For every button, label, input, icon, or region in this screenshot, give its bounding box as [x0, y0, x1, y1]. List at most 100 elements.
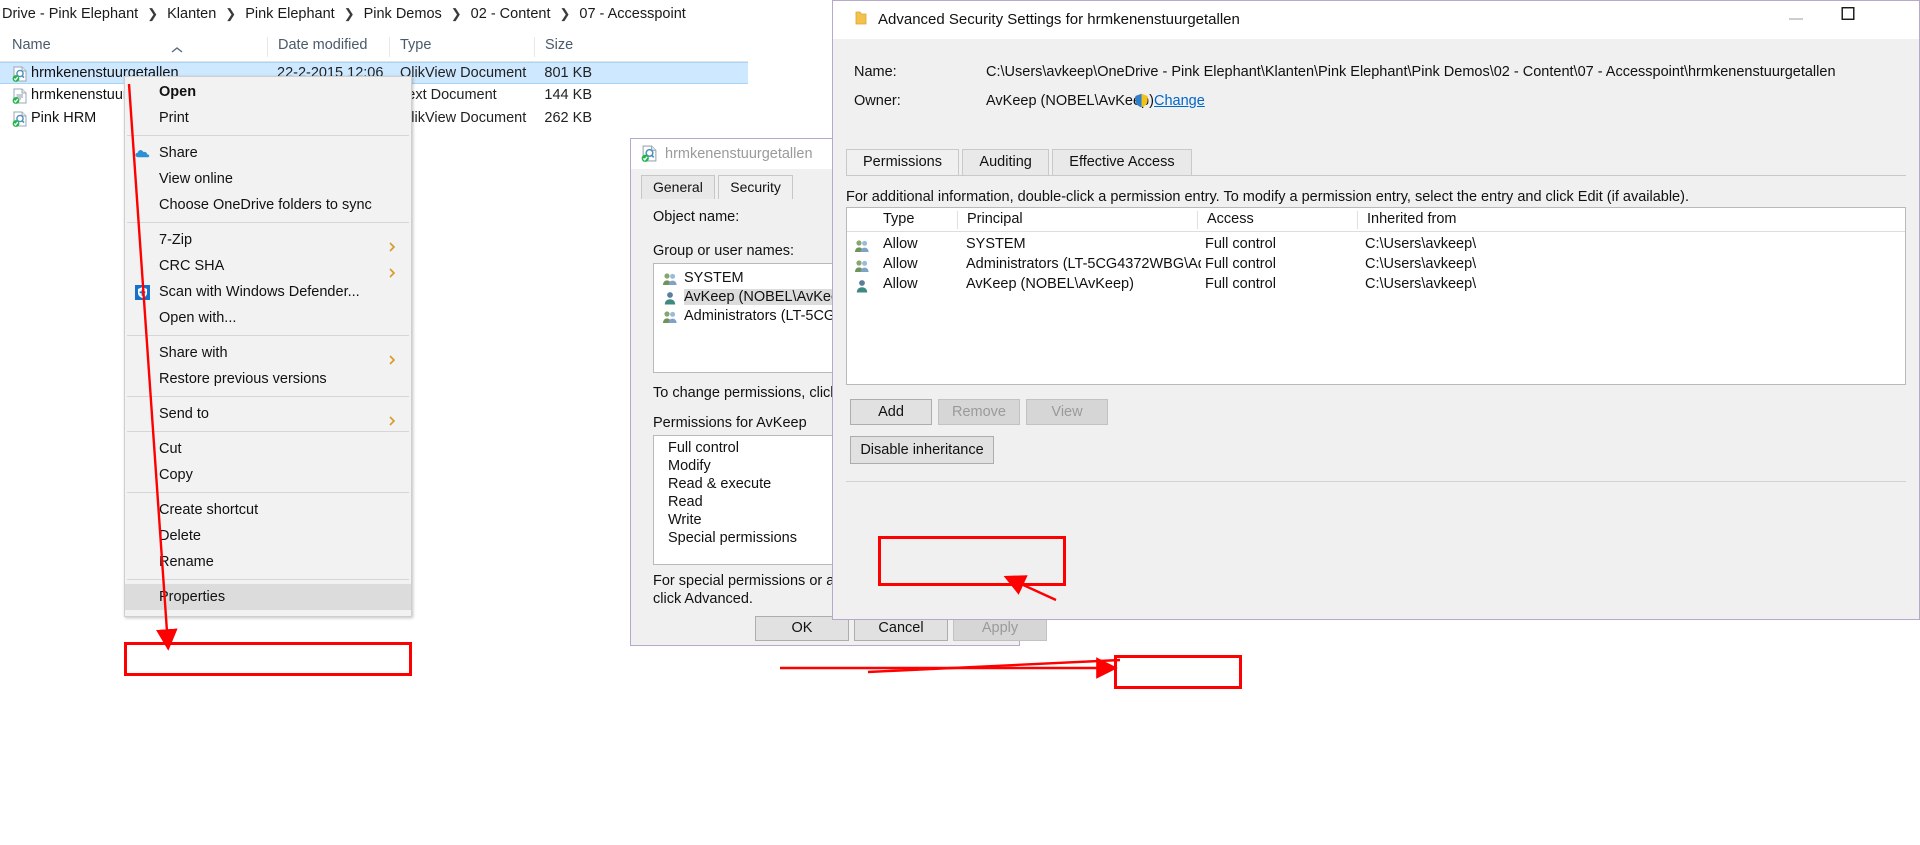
permission-row: Read — [668, 494, 703, 510]
menu-separator — [127, 222, 409, 223]
uac-shield-icon — [1134, 93, 1149, 108]
breadcrumb-item-4[interactable]: 02 - Content — [469, 6, 553, 22]
single-user-icon — [854, 278, 870, 294]
breadcrumb-item-2[interactable]: Pink Elephant — [243, 6, 336, 22]
breadcrumb-item-1[interactable]: Klanten — [165, 6, 218, 22]
remove-button: Remove — [938, 399, 1020, 425]
group-users-icon — [854, 238, 870, 254]
context-menu-item-view-online[interactable]: View online — [125, 166, 411, 192]
context-menu-label: 7-Zip — [159, 232, 193, 248]
grid-column-principal[interactable]: Principal — [957, 211, 1197, 229]
file-type: QlikView Document — [400, 65, 527, 81]
context-menu-item-7zip[interactable]: 7-Zip — [125, 227, 411, 253]
list-item-label: AvKeep (NOBEL\AvKeep) — [684, 289, 852, 305]
properties-tabstrip[interactable]: General Security — [641, 175, 793, 199]
tab-underline — [846, 175, 1906, 176]
file-name: Pink HRM — [31, 110, 97, 126]
file-size: 262 KB — [544, 110, 592, 126]
breadcrumb-item-0[interactable]: Drive - Pink Elephant — [0, 6, 140, 22]
menu-separator — [127, 579, 409, 580]
context-menu-item-create-shortcut[interactable]: Create shortcut — [125, 497, 411, 523]
permission-entries-grid[interactable]: Type Principal Access Inherited from All… — [846, 207, 1906, 385]
column-header-date-modified[interactable]: Date modified — [267, 37, 389, 57]
context-menu-label: Copy — [159, 467, 193, 483]
context-menu-item-copy[interactable]: Copy — [125, 462, 411, 488]
file-type: Text Document — [400, 87, 497, 103]
tab-security[interactable]: Security — [718, 175, 793, 199]
cell-type: Allow — [883, 276, 918, 292]
context-menu-item-rename[interactable]: Rename — [125, 549, 411, 575]
maximize-icon — [1841, 6, 1855, 25]
info-text: For additional information, double-click… — [846, 189, 1689, 205]
cell-principal: Administrators (LT-5CG4372WBG\Administra… — [966, 256, 1201, 272]
annotation-box-properties — [124, 642, 412, 676]
breadcrumb-item-5[interactable]: 07 - Accesspoint — [577, 6, 687, 22]
minimize-icon — [1789, 7, 1803, 25]
context-menu-item-print[interactable]: Print — [125, 105, 411, 131]
permission-row: Special permissions — [668, 530, 797, 546]
column-header-type[interactable]: Type — [389, 37, 534, 57]
group-users-icon — [854, 258, 870, 274]
table-row[interactable]: Allow Administrators (LT-5CG4372WBG\Admi… — [847, 256, 1905, 276]
menu-separator — [127, 335, 409, 336]
context-menu-item-share-with[interactable]: Share with — [125, 340, 411, 366]
column-header-size[interactable]: Size — [534, 37, 598, 57]
advanced-dialog-titlebar[interactable]: Advanced Security Settings for hrmkenens… — [833, 1, 1919, 39]
cell-inherited-from: C:\Users\avkeep\ — [1365, 256, 1477, 272]
context-menu-item-open[interactable]: Open — [125, 79, 411, 105]
disable-inheritance-button[interactable]: Disable inheritance — [850, 436, 994, 464]
context-menu-label: Cut — [159, 441, 182, 457]
table-row[interactable]: Allow SYSTEM Full control C:\Users\avkee… — [847, 236, 1905, 256]
minimize-button[interactable] — [1773, 1, 1819, 31]
context-menu-item-open-with[interactable]: Open with... — [125, 305, 411, 331]
advanced-tabstrip[interactable]: Permissions Auditing Effective Access — [846, 149, 1192, 175]
context-menu-item-properties[interactable]: Properties — [125, 584, 411, 610]
add-button[interactable]: Add — [850, 399, 932, 425]
permission-row: Full control — [668, 440, 739, 456]
change-owner-link[interactable]: Change — [1154, 93, 1205, 109]
cell-inherited-from: C:\Users\avkeep\ — [1365, 236, 1477, 252]
onedrive-cloud-icon — [134, 145, 151, 162]
grid-column-access[interactable]: Access — [1197, 211, 1357, 229]
table-row[interactable]: Allow AvKeep (NOBEL\AvKeep) Full control… — [847, 276, 1905, 296]
file-context-menu[interactable]: Open Print Share View online Choose OneD… — [124, 76, 412, 617]
file-size: 144 KB — [544, 87, 592, 103]
column-header-name[interactable]: Name — [2, 37, 267, 57]
permissions-for-label: Permissions for AvKeep — [653, 415, 807, 431]
context-menu-item-crc-sha[interactable]: CRC SHA — [125, 253, 411, 279]
context-menu-item-choose-onedrive-folders[interactable]: Choose OneDrive folders to sync — [125, 192, 411, 218]
menu-separator — [127, 492, 409, 493]
breadcrumb[interactable]: Drive - Pink Elephant ❯ Klanten ❯ Pink E… — [0, 0, 748, 28]
context-menu-item-delete[interactable]: Delete — [125, 523, 411, 549]
cell-access: Full control — [1205, 256, 1276, 272]
tab-permissions[interactable]: Permissions — [846, 149, 959, 175]
context-menu-item-share[interactable]: Share — [125, 140, 411, 166]
maximize-button[interactable] — [1825, 1, 1871, 31]
permission-row: Read & execute — [668, 476, 772, 492]
screenshot-root: Drive - Pink Elephant ❯ Klanten ❯ Pink E… — [0, 0, 1920, 845]
context-menu-item-restore-previous-versions[interactable]: Restore previous versions — [125, 366, 411, 392]
view-button-label: View — [1051, 404, 1083, 420]
special-permissions-note-line2: click Advanced. — [653, 591, 753, 607]
breadcrumb-item-3[interactable]: Pink Demos — [362, 6, 444, 22]
tab-effective-access[interactable]: Effective Access — [1052, 149, 1192, 175]
tab-general[interactable]: General — [641, 175, 715, 199]
cell-type: Allow — [883, 256, 918, 272]
advanced-dialog-title: Advanced Security Settings for hrmkenens… — [878, 11, 1240, 28]
context-menu-label: Scan with Windows Defender... — [159, 284, 360, 300]
menu-separator — [127, 135, 409, 136]
qlikview-doc-icon — [12, 111, 28, 127]
name-label: Name: — [854, 64, 897, 80]
file-size: 801 KB — [544, 65, 592, 81]
group-users-icon — [662, 309, 678, 325]
context-menu-label: Share — [159, 145, 198, 161]
grid-column-type[interactable]: Type — [875, 211, 957, 229]
tab-auditing[interactable]: Auditing — [962, 149, 1049, 175]
context-menu-item-scan-defender[interactable]: Scan with Windows Defender... — [125, 279, 411, 305]
grid-column-inherited-from[interactable]: Inherited from — [1357, 211, 1597, 229]
cell-type: Allow — [883, 236, 918, 252]
chevron-right-icon — [387, 235, 397, 252]
list-item-label: SYSTEM — [684, 270, 744, 286]
context-menu-item-send-to[interactable]: Send to — [125, 401, 411, 427]
context-menu-item-cut[interactable]: Cut — [125, 436, 411, 462]
